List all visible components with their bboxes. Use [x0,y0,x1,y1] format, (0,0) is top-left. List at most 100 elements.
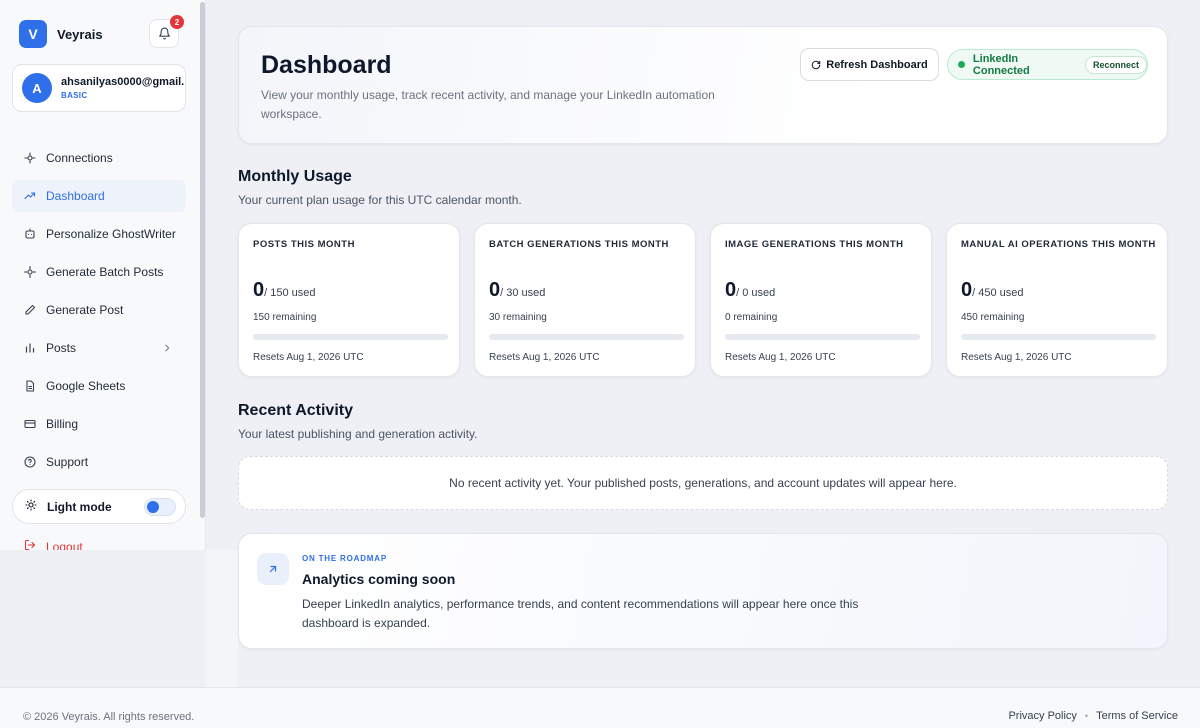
logout-button[interactable]: Logout [24,539,83,550]
usage-label: MANUAL AI OPERATIONS THIS MONTH [961,239,1156,250]
theme-toggle[interactable]: Light mode [12,489,186,524]
theme-switch[interactable] [144,498,176,516]
usage-card-manual-ai-operations: MANUAL AI OPERATIONS THIS MONTH 0/ 450 u… [946,223,1168,377]
usage-remaining: 0 remaining [725,312,778,323]
document-icon [24,380,36,392]
notifications-button[interactable]: 2 [149,15,184,48]
ghostwriter-icon [24,228,36,240]
roadmap-card: ON THE ROADMAP Analytics coming soon Dee… [238,533,1168,649]
brand-name: Veyrais [57,26,103,42]
usage-reset: Resets Aug 1, 2026 UTC [725,352,836,363]
sidebar-item-google-sheets[interactable]: Google Sheets [12,370,186,402]
usage-value: 0/ 0 used [725,279,776,301]
arrow-up-right-icon [257,553,289,585]
usage-card-batch-generations: BATCH GENERATIONS THIS MONTH 0/ 30 used … [474,223,696,377]
sidebar: V Veyrais 2 A ahsanilyas0000@gmail... BA… [0,0,206,550]
theme-label: Light mode [47,499,112,514]
bell-icon [158,27,170,40]
account-card[interactable]: A ahsanilyas0000@gmail... BASIC [12,64,186,112]
pen-icon [24,304,36,316]
footer-copyright: © 2026 Veyrais. All rights reserved. [23,711,195,723]
chevron-right-icon [162,342,172,356]
usage-value: 0/ 30 used [489,279,546,301]
brand[interactable]: V Veyrais [19,20,103,48]
page-description: View your monthly usage, track recent ac… [261,88,715,121]
sidebar-item-label: Support [46,455,89,469]
sidebar-item-label: Connections [46,151,113,165]
footer-links: Privacy Policy • Terms of Service [1008,710,1178,722]
logout-icon [24,539,36,550]
sidebar-item-support[interactable]: Support [12,446,186,478]
usage-card-image-generations: IMAGE GENERATIONS THIS MONTH 0/ 0 used 0… [710,223,932,377]
sidebar-item-dashboard[interactable]: Dashboard [12,180,186,212]
usage-reset: Resets Aug 1, 2026 UTC [489,352,600,363]
refresh-icon [812,60,821,69]
sidebar-nav: Connections Dashboard Personalize GhostW… [12,142,186,484]
recent-activity-title: Recent Activity [238,402,353,419]
usage-value: 0/ 450 used [961,279,1024,301]
usage-remaining: 30 remaining [489,312,547,323]
sidebar-item-billing[interactable]: Billing [12,408,186,440]
sidebar-item-label: Generate Post [46,303,124,317]
privacy-policy-link[interactable]: Privacy Policy [1008,710,1076,722]
sidebar-item-label: Personalize GhostWriter [46,227,176,241]
linkedin-status-badge: LinkedIn Connected Reconnect [947,49,1148,80]
usage-reset: Resets Aug 1, 2026 UTC [961,352,1072,363]
usage-progress-bar [253,334,448,340]
sidebar-item-posts[interactable]: Posts [12,332,186,364]
usage-remaining: 450 remaining [961,312,1025,323]
sidebar-item-generate-post[interactable]: Generate Post [12,294,186,326]
connections-icon [24,152,36,164]
refresh-dashboard-button[interactable]: Refresh Dashboard [800,48,939,81]
usage-progress-bar [489,334,684,340]
sidebar-scrollbar[interactable] [200,2,205,518]
bar-chart-icon [24,342,36,354]
footer-separator: • [1084,711,1089,721]
usage-label: BATCH GENERATIONS THIS MONTH [489,239,669,250]
status-dot-icon [958,61,965,68]
usage-remaining: 150 remaining [253,312,317,323]
sidebar-item-label: Generate Batch Posts [46,265,164,279]
notification-badge: 2 [170,15,184,29]
refresh-dashboard-label: Refresh Dashboard [826,58,928,71]
usage-progress-bar [961,334,1156,340]
roadmap-description: Deeper LinkedIn analytics, performance t… [302,597,859,630]
sun-icon [25,498,37,516]
roadmap-title: Analytics coming soon [302,571,456,587]
usage-card-posts: POSTS THIS MONTH 0/ 150 used 150 remaini… [238,223,460,377]
sparkle-icon [24,266,36,278]
trending-up-icon [24,190,36,202]
sidebar-item-personalize-ghostwriter[interactable]: Personalize GhostWriter [12,218,186,250]
footer: © 2026 Veyrais. All rights reserved. Pri… [0,687,1200,728]
terms-of-service-link[interactable]: Terms of Service [1096,710,1178,722]
account-email: ahsanilyas0000@gmail... [61,76,185,88]
sidebar-item-label: Billing [46,417,79,431]
sidebar-item-connections[interactable]: Connections [12,142,186,174]
usage-label: POSTS THIS MONTH [253,239,355,250]
usage-reset: Resets Aug 1, 2026 UTC [253,352,364,363]
account-plan-badge: BASIC [61,91,88,100]
main-left-gutter [206,550,238,687]
sidebar-item-generate-batch-posts[interactable]: Generate Batch Posts [12,256,186,288]
linkedin-status-text: LinkedIn Connected [972,52,1030,77]
page-title: Dashboard [261,51,392,79]
usage-progress-bar [725,334,920,340]
usage-label: IMAGE GENERATIONS THIS MONTH [725,239,904,250]
monthly-usage-subtitle: Your current plan usage for this UTC cal… [238,193,522,207]
roadmap-kicker: ON THE ROADMAP [302,554,387,563]
logout-label: Logout [46,539,83,551]
switch-knob [147,501,159,513]
sidebar-item-label: Google Sheets [46,379,126,393]
reconnect-button[interactable]: Reconnect [1084,55,1147,74]
usage-value: 0/ 150 used [253,279,316,301]
sidebar-item-label: Posts [46,341,77,355]
recent-activity-subtitle: Your latest publishing and generation ac… [238,427,478,441]
monthly-usage-title: Monthly Usage [238,168,352,185]
sidebar-item-label: Dashboard [46,189,105,203]
help-icon [24,456,36,468]
dashboard-header: Dashboard View your monthly usage, track… [238,26,1168,144]
brand-logo: V [19,20,47,48]
recent-activity-empty-state: No recent activity yet. Your published p… [238,456,1168,510]
avatar: A [22,73,52,103]
credit-card-icon [24,418,36,430]
